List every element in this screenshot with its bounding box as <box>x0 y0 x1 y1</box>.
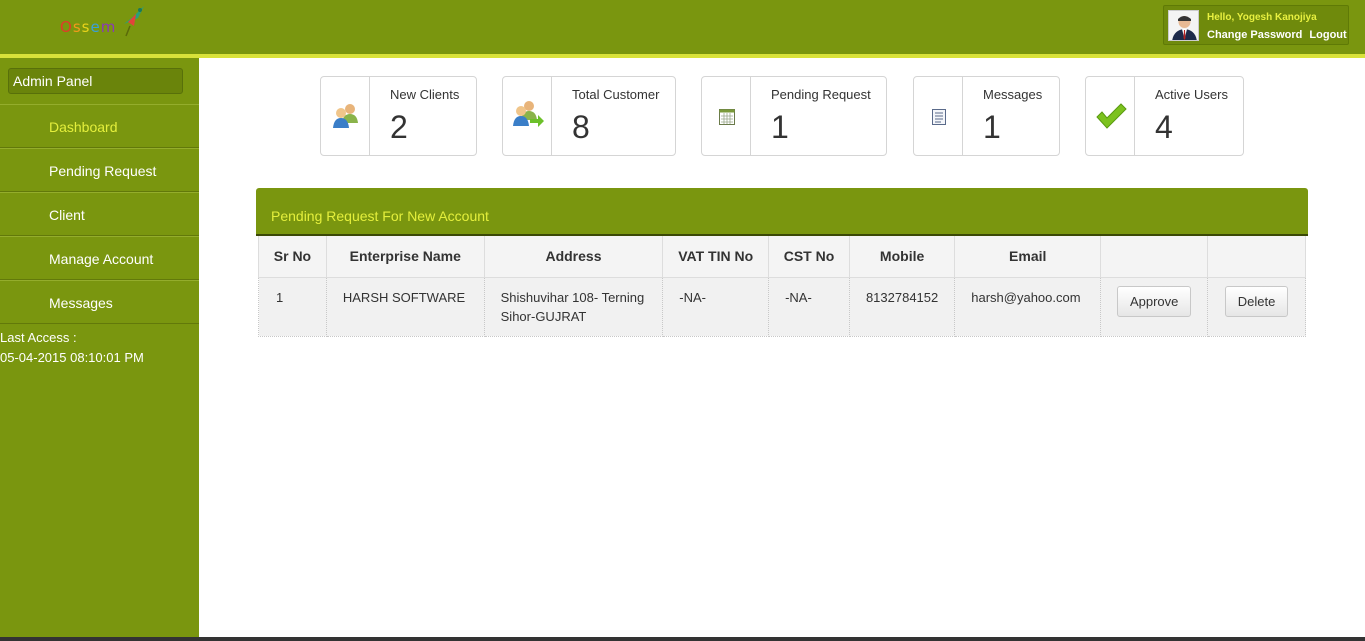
stat-value: 8 <box>572 109 590 145</box>
address-line-2: Sihor-GUJRAT <box>500 308 587 324</box>
delete-button[interactable]: Delete <box>1224 285 1289 317</box>
pending-request-table: Sr No Enterprise Name Address VAT TIN No… <box>258 236 1306 337</box>
logout-link[interactable]: Logout <box>1309 29 1346 41</box>
sidebar-item-manage-account[interactable]: Manage Account <box>0 236 199 280</box>
document-icon <box>932 109 946 125</box>
cell-vat-tin-no: -NA- <box>662 276 770 337</box>
cell-email: harsh@yahoo.com <box>954 276 1102 337</box>
hummingbird-icon <box>124 6 144 37</box>
cell-mobile: 8132784152 <box>848 276 956 337</box>
sidebar-menu: Dashboard Pending Request Client Manage … <box>0 104 199 324</box>
last-access-label: Last Access : <box>0 330 77 345</box>
stat-label: Active Users <box>1155 87 1228 102</box>
sidebar-item-client[interactable]: Client <box>0 192 199 236</box>
users-icon <box>333 104 358 128</box>
top-header: Ossem Hello, Yogesh Kanojiya Change Pass… <box>0 0 1365 54</box>
col-email: Email <box>954 236 1102 278</box>
stat-label: Pending Request <box>771 87 871 102</box>
table-row: 1 HARSH SOFTWARE Shishuvihar 108- Ternin… <box>258 276 1306 337</box>
last-access: Last Access : 05-04-2015 08:10:01 PM <box>0 328 144 368</box>
cell-cst-no: -NA- <box>768 276 850 337</box>
check-icon <box>1096 103 1127 129</box>
stat-card-total-customer[interactable]: Total Customer 8 <box>502 76 676 156</box>
cell-enterprise-name: HARSH SOFTWARE <box>325 276 485 337</box>
taskbar-edge <box>0 637 1365 641</box>
stat-card-active-users[interactable]: Active Users 4 <box>1085 76 1244 156</box>
col-approve <box>1100 236 1209 278</box>
calendar-icon <box>719 109 735 125</box>
greeting-text: Hello, Yogesh Kanojiya <box>1207 12 1317 23</box>
stat-card-messages[interactable]: Messages 1 <box>913 76 1060 156</box>
user-box: Hello, Yogesh Kanojiya Change Password L… <box>1163 5 1349 45</box>
stat-card-new-clients[interactable]: New Clients 2 <box>320 76 477 156</box>
col-cst-no: CST No <box>768 236 850 278</box>
avatar[interactable] <box>1168 10 1199 41</box>
last-access-value: 05-04-2015 08:10:01 PM <box>0 350 144 365</box>
col-mobile: Mobile <box>848 236 956 278</box>
col-address: Address <box>483 236 664 278</box>
panel-title: Pending Request For New Account <box>256 188 1308 236</box>
approve-button[interactable]: Approve <box>1116 285 1192 317</box>
cell-address: Shishuvihar 108- Terning Sihor-GUJRAT <box>483 276 664 337</box>
stat-value: 4 <box>1155 109 1173 145</box>
address-line-1: Shishuvihar 108- Terning <box>500 289 645 305</box>
ossem-logo[interactable]: Ossem <box>60 4 150 44</box>
col-sr-no: Sr No <box>258 236 327 278</box>
change-password-link[interactable]: Change Password <box>1207 29 1302 41</box>
admin-panel-title: Admin Panel <box>8 68 183 94</box>
col-enterprise-name: Enterprise Name <box>325 236 485 278</box>
stat-label: Total Customer <box>572 87 660 102</box>
user-links: Change Password Logout <box>1207 29 1351 41</box>
sidebar-item-pending-request[interactable]: Pending Request <box>0 148 199 192</box>
users-arrow-icon <box>513 101 544 127</box>
sidebar-item-dashboard[interactable]: Dashboard <box>0 104 199 148</box>
logo-text: Ossem <box>60 18 117 36</box>
cell-approve: Approve <box>1100 276 1209 337</box>
stat-value: 1 <box>771 109 789 145</box>
sidebar-item-messages[interactable]: Messages <box>0 280 199 324</box>
stat-card-pending-request[interactable]: Pending Request 1 <box>701 76 887 156</box>
cell-sr-no: 1 <box>258 276 327 337</box>
pending-request-panel: Pending Request For New Account Sr No En… <box>256 188 1308 337</box>
stat-value: 2 <box>390 109 408 145</box>
header-divider <box>0 54 1365 58</box>
col-vat-tin-no: VAT TIN No <box>662 236 770 278</box>
table-header-row: Sr No Enterprise Name Address VAT TIN No… <box>258 236 1306 278</box>
stat-label: New Clients <box>390 87 460 102</box>
cell-delete: Delete <box>1207 276 1306 337</box>
sidebar: Admin Panel Dashboard Pending Request Cl… <box>0 58 199 641</box>
stat-value: 1 <box>983 109 1001 145</box>
stat-label: Messages <box>983 87 1043 102</box>
col-delete <box>1207 236 1306 278</box>
